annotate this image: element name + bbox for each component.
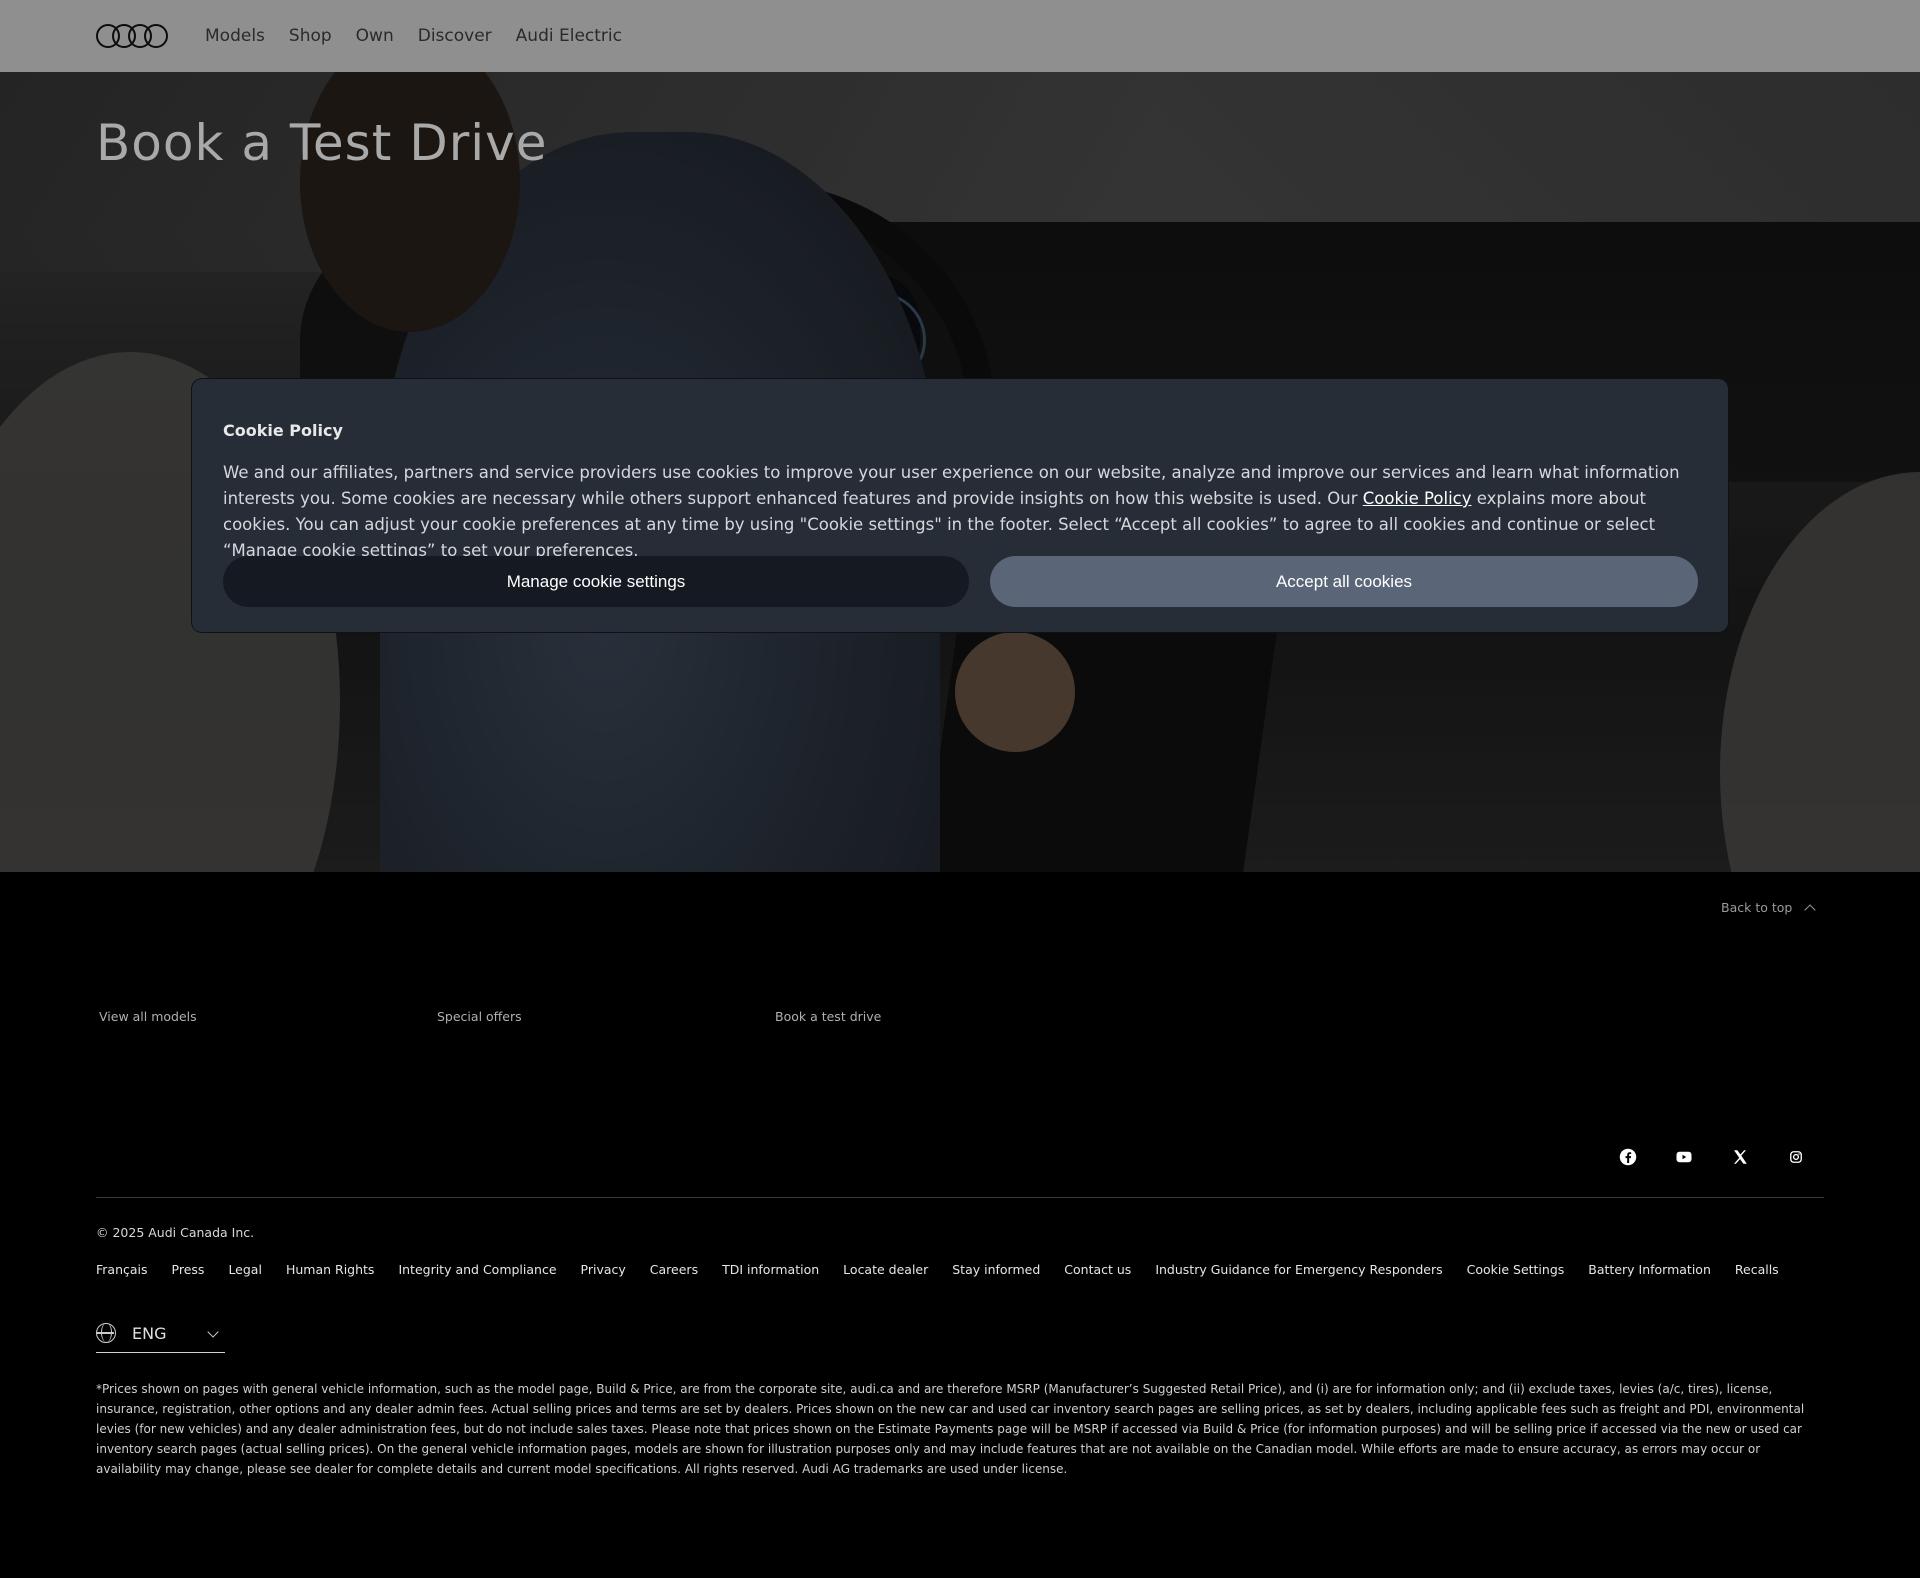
footer-link-contact[interactable]: Contact us <box>1064 1262 1131 1277</box>
back-to-top-link[interactable]: Back to top <box>1721 900 1816 916</box>
cookie-dialog-text: We and our affiliates, partners and serv… <box>223 460 1698 564</box>
footer-book-test-drive[interactable]: Book a test drive <box>775 1009 881 1024</box>
footer-link-integrity[interactable]: Integrity and Compliance <box>398 1262 556 1277</box>
footer-link-tdi[interactable]: TDI information <box>722 1262 819 1277</box>
facebook-icon[interactable] <box>1619 1148 1637 1166</box>
nav-shop[interactable]: Shop <box>289 26 332 46</box>
nav-audi-electric[interactable]: Audi Electric <box>516 26 622 46</box>
language-selector[interactable]: ENG <box>96 1320 225 1353</box>
accept-all-cookies-button[interactable]: Accept all cookies <box>990 556 1698 607</box>
price-disclaimer: *Prices shown on pages with general vehi… <box>96 1382 1805 1476</box>
page-title: Book a Test Drive <box>96 114 548 172</box>
cookie-policy-dialog: Cookie Policy We and our affiliates, par… <box>192 379 1728 632</box>
footer-view-all-models[interactable]: View all models <box>99 1009 197 1024</box>
footer-link-careers[interactable]: Careers <box>650 1262 698 1277</box>
nav-discover[interactable]: Discover <box>418 26 492 46</box>
copyright: © 2025 Audi Canada Inc. <box>96 1225 255 1240</box>
main-nav: Models Shop Own Discover Audi Electric <box>205 0 622 72</box>
x-icon[interactable] <box>1731 1148 1749 1166</box>
chevron-down-icon <box>207 1326 219 1338</box>
footer-special-offers[interactable]: Special offers <box>437 1009 522 1024</box>
chevron-up-icon <box>1804 904 1816 916</box>
footer-link-emergency-guidance[interactable]: Industry Guidance for Emergency Responde… <box>1155 1262 1442 1277</box>
cookie-policy-link[interactable]: Cookie Policy <box>1363 489 1472 508</box>
cookie-dialog-title: Cookie Policy <box>223 421 343 440</box>
youtube-icon[interactable] <box>1675 1148 1693 1166</box>
nav-own[interactable]: Own <box>356 26 394 46</box>
footer-link-privacy[interactable]: Privacy <box>581 1262 626 1277</box>
back-to-top-label: Back to top <box>1721 900 1793 915</box>
footer-link-locate-dealer[interactable]: Locate dealer <box>843 1262 928 1277</box>
globe-icon <box>96 1323 116 1343</box>
footer-link-battery[interactable]: Battery Information <box>1588 1262 1711 1277</box>
footer-link-human-rights[interactable]: Human Rights <box>286 1262 374 1277</box>
footer-link-legal[interactable]: Legal <box>228 1262 262 1277</box>
footer-link-francais[interactable]: Français <box>96 1262 148 1277</box>
nav-models[interactable]: Models <box>205 26 265 46</box>
footer-link-cookie-settings[interactable]: Cookie Settings <box>1467 1262 1565 1277</box>
language-label: ENG <box>132 1324 167 1343</box>
site-header: Models Shop Own Discover Audi Electric <box>0 0 1920 72</box>
footer-link-stay-informed[interactable]: Stay informed <box>952 1262 1040 1277</box>
instagram-icon[interactable] <box>1787 1148 1805 1166</box>
audi-logo[interactable] <box>96 24 168 48</box>
manage-cookie-settings-button[interactable]: Manage cookie settings <box>223 556 969 607</box>
footer-link-recalls[interactable]: Recalls <box>1735 1262 1779 1277</box>
footer-link-press[interactable]: Press <box>172 1262 205 1277</box>
footer-divider <box>96 1197 1824 1198</box>
footer-links: Français Press Legal Human Rights Integr… <box>96 1262 1779 1277</box>
site-footer: Back to top View all models Special offe… <box>0 872 1920 1578</box>
